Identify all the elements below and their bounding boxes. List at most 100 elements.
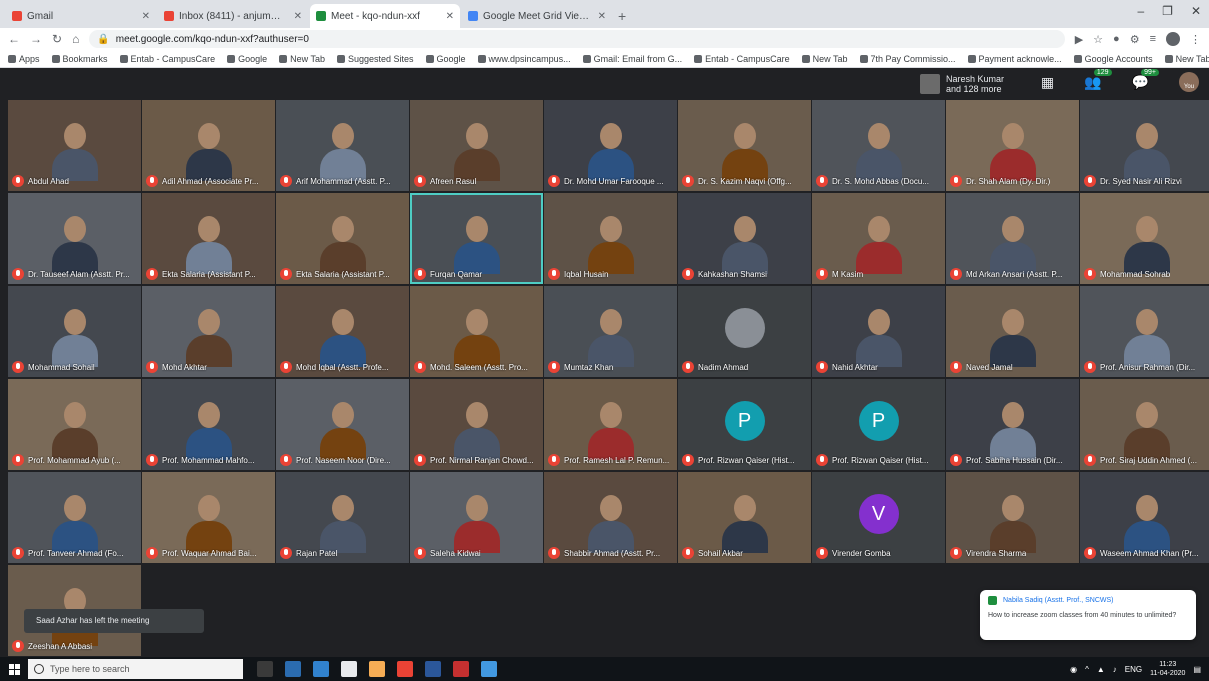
- participant-tile[interactable]: Mohammad Sohrab: [1080, 193, 1209, 284]
- participant-tile[interactable]: Nadim Ahmad: [678, 286, 811, 377]
- home-icon[interactable]: ⌂: [72, 32, 79, 46]
- participant-tile[interactable]: Naved Jamal: [946, 286, 1079, 377]
- forward-icon[interactable]: →: [30, 32, 42, 46]
- people-tray-icon[interactable]: ◉: [1070, 665, 1077, 674]
- browser-tab[interactable]: Meet - kqo-ndun-xxf ✕: [310, 4, 460, 28]
- presenter-chip[interactable]: Naresh Kumar and 128 more: [920, 72, 1004, 96]
- participant-tile[interactable]: Prof. Ramesh Lal P. Remun...: [544, 379, 677, 470]
- camera-icon[interactable]: ▶: [1075, 33, 1083, 46]
- volume-icon[interactable]: ♪: [1113, 665, 1117, 674]
- bookmark-item[interactable]: New Tab: [1164, 54, 1209, 64]
- participant-tile[interactable]: Saleha Kidwai: [410, 472, 543, 563]
- participant-tile[interactable]: Mumtaz Khan: [544, 286, 677, 377]
- participant-tile[interactable]: Furqan Qamar: [410, 193, 543, 284]
- browser-tab[interactable]: Gmail ✕: [6, 4, 156, 28]
- minimize-button[interactable]: –: [1137, 4, 1144, 18]
- bookmark-item[interactable]: Apps: [8, 54, 40, 64]
- participant-tile[interactable]: Dr. Tauseef Alam (Asstt. Pr...: [8, 193, 141, 284]
- bookmark-item[interactable]: Suggested Sites: [336, 54, 414, 64]
- tab-close-icon[interactable]: ✕: [446, 11, 454, 22]
- taskbar-search[interactable]: Type here to search: [28, 659, 243, 679]
- participant-tile[interactable]: Prof. Nirmal Ranjan Chowd...: [410, 379, 543, 470]
- participant-tile[interactable]: Dr. Syed Nasir Ali Rizvi: [1080, 100, 1209, 191]
- participant-tile[interactable]: Prof. Mohammad Mahfo...: [142, 379, 275, 470]
- word-icon[interactable]: [425, 661, 441, 677]
- participant-tile[interactable]: Md Arkan Ansari (Asstt. P...: [946, 193, 1079, 284]
- participant-tile[interactable]: Arif Mohammad (Asstt. P...: [276, 100, 409, 191]
- bookmark-item[interactable]: Google: [425, 54, 466, 64]
- bookmark-item[interactable]: New Tab: [801, 54, 848, 64]
- bookmark-item[interactable]: Entab - CampusCare: [119, 54, 215, 64]
- close-window-button[interactable]: ✕: [1191, 4, 1201, 18]
- participant-tile[interactable]: Dr. Mohd Umar Farooque ...: [544, 100, 677, 191]
- participant-tile[interactable]: Dr. Shah Alam (Dy. Dir.): [946, 100, 1079, 191]
- participant-tile[interactable]: Mohd. Saleem (Asstt. Pro...: [410, 286, 543, 377]
- tab-close-icon[interactable]: ✕: [598, 11, 606, 22]
- bookmark-item[interactable]: Payment acknowle...: [967, 54, 1062, 64]
- mail-icon[interactable]: [313, 661, 329, 677]
- bookmark-item[interactable]: New Tab: [279, 54, 325, 64]
- participant-tile[interactable]: Mohd Akhtar: [142, 286, 275, 377]
- chat-icon[interactable]: 💬 99+: [1132, 68, 1159, 91]
- chevron-up-icon[interactable]: ^: [1085, 665, 1089, 674]
- participant-tile[interactable]: M Kasim: [812, 193, 945, 284]
- bookmark-item[interactable]: Google Accounts: [1073, 54, 1153, 64]
- participant-tile[interactable]: V Virender Gomba: [812, 472, 945, 563]
- participant-tile[interactable]: Dr. S. Mohd Abbas (Docu...: [812, 100, 945, 191]
- photos-icon[interactable]: [453, 661, 469, 677]
- participant-tile[interactable]: P Prof. Rizwan Qaiser (Hist...: [678, 379, 811, 470]
- participant-tile[interactable]: Waseem Ahmad Khan (Pr...: [1080, 472, 1209, 563]
- participant-tile[interactable]: Ekta Salaria (Assistant P...: [142, 193, 275, 284]
- maximize-button[interactable]: ❐: [1162, 4, 1173, 18]
- participant-tile[interactable]: Iqbal Husain: [544, 193, 677, 284]
- reload-icon[interactable]: ↻: [52, 32, 62, 46]
- participant-tile[interactable]: Mohammad Sohail: [8, 286, 141, 377]
- app-icon[interactable]: [481, 661, 497, 677]
- bookmark-item[interactable]: www.dpsincampus...: [477, 54, 571, 64]
- language-indicator[interactable]: ENG: [1125, 665, 1142, 674]
- network-icon[interactable]: ▲: [1097, 665, 1105, 674]
- people-icon[interactable]: 👥 129: [1084, 68, 1112, 91]
- participant-tile[interactable]: Prof. Naseem Noor (Dire...: [276, 379, 409, 470]
- browser-tab[interactable]: Inbox (8411) - anjum@jmi.ac.in ✕: [158, 4, 308, 28]
- store-icon[interactable]: [341, 661, 357, 677]
- chrome-icon[interactable]: [397, 661, 413, 677]
- star-icon[interactable]: ☆: [1093, 33, 1103, 46]
- start-button[interactable]: [0, 657, 28, 681]
- participant-tile[interactable]: Prof. Sabiha Hussain (Dir...: [946, 379, 1079, 470]
- settings-icon[interactable]: ⚙: [1130, 33, 1140, 46]
- tab-close-icon[interactable]: ✕: [294, 11, 302, 22]
- tab-close-icon[interactable]: ✕: [142, 11, 150, 22]
- more-icon[interactable]: ⋮: [1190, 33, 1201, 46]
- back-icon[interactable]: ←: [8, 32, 20, 46]
- edge-icon[interactable]: [285, 661, 301, 677]
- participant-tile[interactable]: Dr. S. Kazim Naqvi (Offg...: [678, 100, 811, 191]
- menu-icon[interactable]: ≡: [1150, 33, 1156, 45]
- participant-tile[interactable]: Prof. Mohammad Ayub (...: [8, 379, 141, 470]
- participant-tile[interactable]: P Prof. Rizwan Qaiser (Hist...: [812, 379, 945, 470]
- participant-tile[interactable]: Sohail Akbar: [678, 472, 811, 563]
- bookmark-item[interactable]: Google: [227, 54, 267, 64]
- grid-view-icon[interactable]: ▦: [1041, 74, 1054, 91]
- self-avatar[interactable]: You: [1179, 72, 1199, 92]
- bookmark-item[interactable]: Entab - CampusCare: [694, 54, 790, 64]
- chat-notification[interactable]: Nabila Sadiq (Asstt. Prof., SNCWS) How t…: [980, 590, 1196, 640]
- bookmark-item[interactable]: 7th Pay Commissio...: [859, 54, 956, 64]
- participant-tile[interactable]: Prof. Siraj Uddin Ahmed (...: [1080, 379, 1209, 470]
- new-tab-button[interactable]: +: [618, 4, 626, 28]
- participant-tile[interactable]: Shabbir Ahmad (Asstt. Pr...: [544, 472, 677, 563]
- notifications-icon[interactable]: ▤: [1193, 665, 1201, 674]
- participant-tile[interactable]: Mohd Iqbal (Asstt. Profe...: [276, 286, 409, 377]
- bookmark-item[interactable]: Bookmarks: [51, 54, 108, 64]
- participant-tile[interactable]: Prof. Waquar Ahmad Bai...: [142, 472, 275, 563]
- participant-tile[interactable]: Adil Ahmad (Associate Pr...: [142, 100, 275, 191]
- participant-tile[interactable]: Ekta Salaria (Assistant P...: [276, 193, 409, 284]
- profile-avatar[interactable]: [1166, 32, 1180, 46]
- task-view-icon[interactable]: [257, 661, 273, 677]
- participant-tile[interactable]: Prof. Anisur Rahman (Dir...: [1080, 286, 1209, 377]
- participant-tile[interactable]: Virendra Sharma: [946, 472, 1079, 563]
- participant-tile[interactable]: Rajan Patel: [276, 472, 409, 563]
- extension-icon[interactable]: ●: [1113, 33, 1120, 45]
- participant-tile[interactable]: Nahid Akhtar: [812, 286, 945, 377]
- address-bar[interactable]: 🔒 meet.google.com/kqo-ndun-xxf?authuser=…: [89, 30, 1065, 48]
